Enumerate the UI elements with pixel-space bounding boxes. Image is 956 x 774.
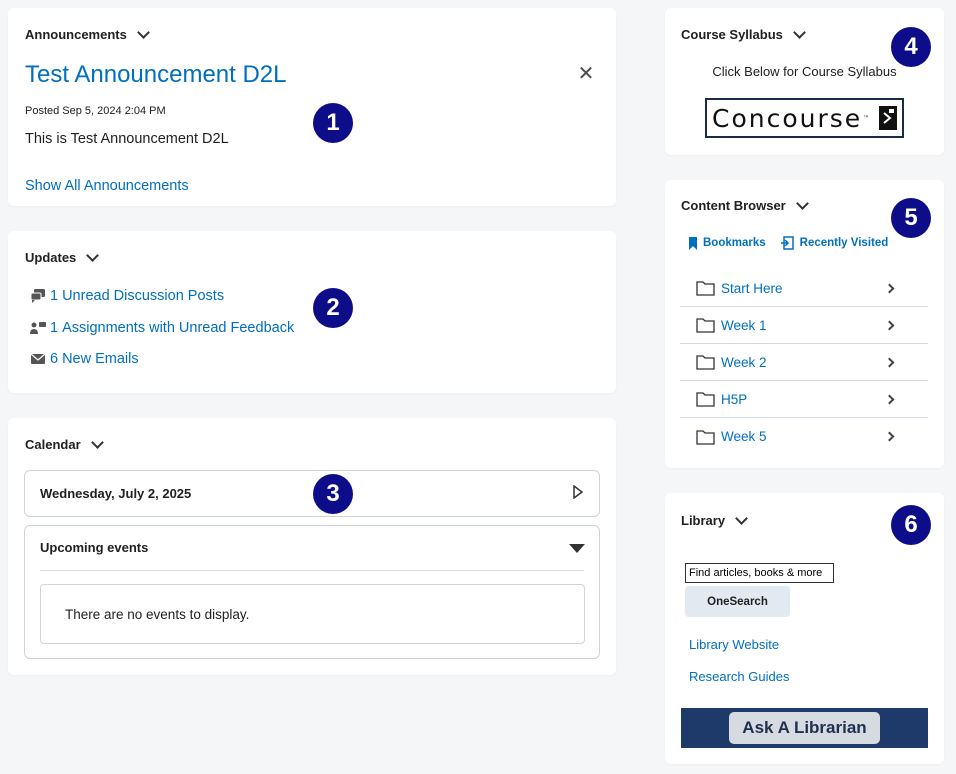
onesearch-button[interactable]: OneSearch: [685, 586, 790, 617]
concourse-logo-link[interactable]: Concourse ™: [705, 98, 904, 138]
caret-down-icon[interactable]: [569, 544, 585, 553]
calendar-card: Calendar Wednesday, July 2, 2025 Upcomin…: [8, 418, 616, 675]
updates-card: Updates 1 Unread Discussion Posts 1 Assi…: [8, 231, 616, 393]
folder-icon: [696, 281, 715, 296]
folder-icon: [696, 429, 715, 445]
updates-title: Updates: [25, 250, 77, 265]
calendar-date: Wednesday, July 2, 2025: [40, 486, 192, 501]
calendar-header[interactable]: Calendar: [25, 435, 104, 452]
folder-icon: [696, 318, 715, 333]
chevron-right-icon[interactable]: [884, 431, 895, 442]
divider: [40, 570, 584, 571]
ask-a-librarian-banner[interactable]: Ask A Librarian: [681, 708, 928, 748]
calendar-title: Calendar: [25, 437, 81, 452]
chevron-down-icon[interactable]: [90, 435, 104, 449]
library-card: Library OneSearch Library Website Resear…: [665, 493, 944, 764]
chevron-down-icon[interactable]: [795, 196, 809, 210]
no-events-message: There are no events to display.: [40, 584, 585, 644]
trademark-mark: ™: [863, 114, 872, 122]
announcement-posted-date: Posted Sep 5, 2024 2:04 PM: [25, 105, 166, 117]
announcement-headline[interactable]: Test Announcement D2L: [25, 61, 287, 89]
chevron-down-icon[interactable]: [793, 25, 806, 39]
folder-icon: [696, 392, 715, 407]
close-icon[interactable]: ✕: [576, 63, 596, 85]
update-item-emails[interactable]: 6 New Emails: [30, 351, 139, 367]
annotation-badge: 2: [313, 288, 353, 328]
folder-item-h5p[interactable]: H5P: [680, 381, 928, 418]
calendar-date-bar[interactable]: Wednesday, July 2, 2025: [24, 470, 600, 517]
folder-label[interactable]: Week 5: [721, 429, 767, 444]
play-icon[interactable]: [573, 485, 583, 499]
discussion-icon: [30, 289, 46, 303]
chevron-right-icon[interactable]: [884, 283, 895, 293]
bookmark-icon: [689, 236, 697, 250]
announcement-body: This is Test Announcement D2L: [25, 131, 229, 147]
library-search-input[interactable]: [685, 563, 834, 583]
announcements-header[interactable]: Announcements: [25, 25, 150, 42]
content-browser-card: Content Browser Bookmarks Recently Visit…: [665, 180, 944, 468]
research-guides-link[interactable]: Research Guides: [689, 669, 789, 684]
update-label[interactable]: New Emails: [62, 351, 139, 367]
ask-a-librarian-label: Ask A Librarian: [729, 712, 880, 744]
announcements-title: Announcements: [25, 27, 127, 42]
folder-item-week-1[interactable]: Week 1: [680, 307, 928, 344]
chevron-down-icon[interactable]: [136, 25, 150, 39]
upcoming-events-panel: Upcoming events There are no events to d…: [24, 525, 600, 659]
chevron-down-icon[interactable]: [86, 248, 100, 262]
update-item-discussions[interactable]: 1 Unread Discussion Posts: [30, 288, 224, 304]
content-browser-tabs: Bookmarks Recently Visited: [689, 236, 888, 250]
folder-label[interactable]: Week 1: [721, 318, 767, 333]
chevron-right-icon[interactable]: [884, 320, 895, 330]
annotation-badge: 1: [313, 103, 353, 143]
tab-recently-visited-label: Recently Visited: [799, 237, 889, 249]
annotation-badge: 4: [891, 27, 931, 67]
external-link-icon: [879, 106, 897, 130]
folder-label[interactable]: Week 2: [721, 355, 767, 370]
annotation-badge: 5: [891, 198, 931, 238]
chevron-right-icon[interactable]: [884, 357, 895, 367]
update-label[interactable]: Assignments with Unread Feedback: [62, 320, 294, 336]
update-count: 6: [50, 351, 59, 367]
announcements-card: Announcements Test Announcement D2L ✕ Po…: [8, 8, 616, 206]
syllabus-instruction: Click Below for Course Syllabus: [712, 64, 897, 79]
update-label[interactable]: Unread Discussion Posts: [62, 288, 224, 304]
tab-bookmarks-label: Bookmarks: [703, 237, 766, 249]
syllabus-title: Course Syllabus: [681, 27, 783, 42]
chevron-right-icon[interactable]: [884, 394, 895, 404]
library-title: Library: [681, 513, 726, 528]
content-browser-header[interactable]: Content Browser: [681, 196, 809, 213]
concourse-logo-text: Concourse: [712, 103, 863, 133]
syllabus-card: Course Syllabus Click Below for Course S…: [665, 8, 944, 155]
folder-item-week-5[interactable]: Week 5: [680, 418, 928, 455]
syllabus-header[interactable]: Course Syllabus: [681, 25, 806, 42]
content-folder-list: Start Here Week 1 Week 2 H5P Week 5: [680, 270, 928, 455]
annotation-badge: 6: [891, 505, 931, 545]
update-item-feedback[interactable]: 1 Assignments with Unread Feedback: [30, 320, 294, 336]
updates-header[interactable]: Updates: [25, 248, 100, 265]
recently-visited-icon: [780, 236, 794, 250]
folder-label[interactable]: H5P: [721, 392, 747, 407]
feedback-icon: [30, 321, 46, 335]
update-count: 1: [50, 288, 59, 304]
email-icon: [30, 352, 46, 366]
update-count: 1: [50, 320, 59, 336]
show-all-announcements-link[interactable]: Show All Announcements: [25, 178, 189, 194]
folder-item-start-here[interactable]: Start Here: [680, 270, 928, 307]
content-browser-title: Content Browser: [681, 198, 786, 213]
tab-bookmarks[interactable]: Bookmarks: [689, 236, 766, 250]
library-header[interactable]: Library: [681, 511, 748, 528]
tab-recently-visited[interactable]: Recently Visited: [780, 236, 889, 250]
upcoming-events-title: Upcoming events: [40, 540, 149, 555]
folder-item-week-2[interactable]: Week 2: [680, 344, 928, 381]
library-website-link[interactable]: Library Website: [689, 637, 779, 652]
chevron-down-icon[interactable]: [735, 511, 748, 525]
annotation-badge: 3: [313, 474, 353, 514]
folder-label[interactable]: Start Here: [721, 281, 783, 296]
folder-icon: [696, 355, 715, 370]
